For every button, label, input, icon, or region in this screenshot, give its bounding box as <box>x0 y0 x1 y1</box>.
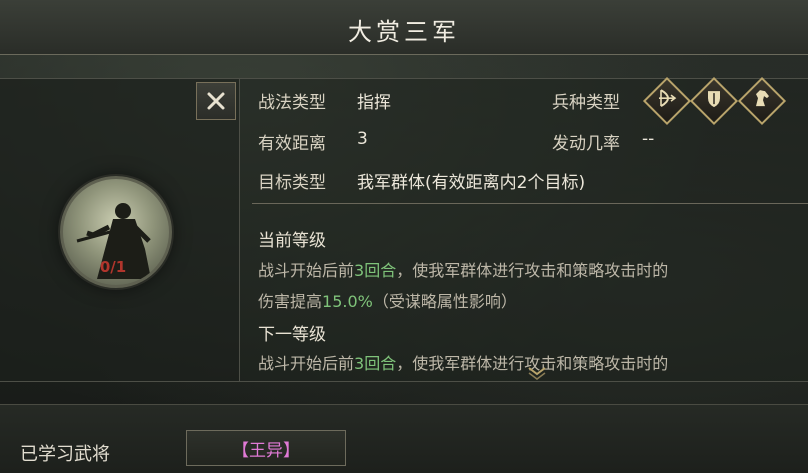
next-rounds-highlight: 3回合 <box>354 354 397 373</box>
close-icon <box>207 92 225 110</box>
tactic-type-label: 战法类型 <box>258 93 326 113</box>
general-name: 【王异】 <box>232 440 300 461</box>
target-type-label: 目标类型 <box>258 173 326 193</box>
current-level-desc-line1: 战斗开始后前3回合，使我军群体进行攻击和策略攻击时的 <box>258 261 669 280</box>
bow-icon <box>659 89 677 108</box>
learned-generals-label: 已学习武将 <box>20 444 110 465</box>
horse-icon <box>756 90 769 107</box>
damage-highlight: 15.0% <box>322 292 373 311</box>
current-level-title: 当前等级 <box>258 231 326 251</box>
trigger-rate-value: -- <box>642 129 655 149</box>
troop-type-label: 兵种类型 <box>552 93 620 113</box>
tactic-type-value: 指挥 <box>357 93 391 113</box>
range-label: 有效距离 <box>258 134 326 154</box>
target-type-value: 我军群体(有效距离内2个目标) <box>357 173 586 193</box>
shield-icon <box>708 91 720 108</box>
learned-general-button[interactable]: 【王异】 <box>186 430 346 466</box>
close-button[interactable] <box>196 82 236 120</box>
rounds-highlight: 3回合 <box>354 261 397 280</box>
title-bar: 大赏三军 <box>0 0 808 55</box>
range-value: 3 <box>357 129 368 149</box>
bottom-bar <box>0 404 808 473</box>
scroll-down-icon[interactable] <box>527 366 547 380</box>
tactic-count: 0/1 <box>99 258 127 276</box>
page-title: 大赏三军 <box>348 18 460 46</box>
divider <box>252 203 808 204</box>
next-level-desc-line1: 战斗开始后前3回合，使我军群体进行攻击和策略攻击时的 <box>258 354 669 373</box>
current-level-desc-line2: 伤害提高15.0%（受谋略属性影响） <box>258 292 517 311</box>
next-level-title: 下一等级 <box>258 325 326 345</box>
trigger-rate-label: 发动几率 <box>552 134 620 154</box>
